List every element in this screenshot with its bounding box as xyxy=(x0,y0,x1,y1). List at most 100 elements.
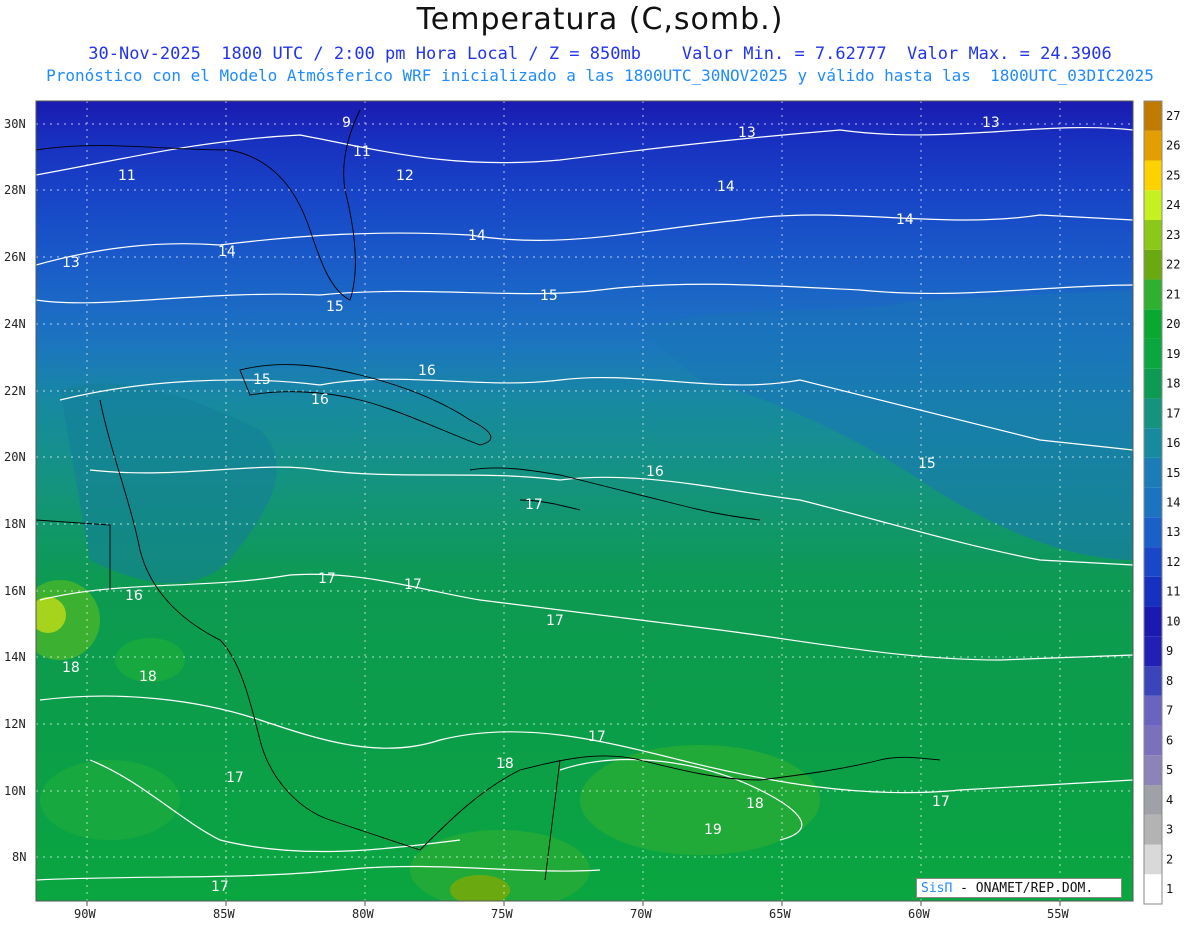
colorbar-label: 8 xyxy=(1166,674,1173,688)
colorbar-swatch xyxy=(1144,368,1162,399)
colorbar-swatch xyxy=(1144,219,1162,250)
lon-label: 60W xyxy=(908,907,930,921)
lat-label: 16N xyxy=(4,584,26,598)
colorbar-swatch xyxy=(1144,785,1162,815)
colorbar-label: 7 xyxy=(1166,704,1173,718)
credit-box: SisΠ - ONAMET/REP.DOM. xyxy=(916,878,1122,898)
colorbar-swatch xyxy=(1144,309,1162,339)
contour-label: 16 xyxy=(418,363,436,379)
contour-label: 14 xyxy=(468,228,486,244)
colorbar-swatch xyxy=(1144,755,1162,786)
lat-label: 24N xyxy=(4,317,26,331)
contour-label: 15 xyxy=(253,372,271,388)
lat-label: 26N xyxy=(4,250,26,264)
colorbar-label: 4 xyxy=(1166,793,1173,807)
colorbar-swatch xyxy=(1144,874,1162,904)
contour-label: 14 xyxy=(717,179,735,195)
contour-label: 13 xyxy=(62,255,80,271)
contour-label: 14 xyxy=(218,244,236,260)
latitude-labels: 30N 28N 26N 24N 22N 20N 18N 16N 14N 12N … xyxy=(4,117,26,864)
colorbar-label: 16 xyxy=(1166,436,1180,450)
contour-label: 13 xyxy=(738,125,756,141)
contour-label: 11 xyxy=(118,168,136,184)
map-field: 9 11 11 12 13 13 13 14 14 14 14 15 15 15… xyxy=(36,101,1133,901)
contour-label: 17 xyxy=(546,613,564,629)
colorbar-swatch xyxy=(1144,190,1162,220)
lon-label: 55W xyxy=(1047,907,1069,921)
colorbar-label: 24 xyxy=(1166,198,1180,212)
colorbar-swatch xyxy=(1144,487,1162,518)
colorbar-label: 14 xyxy=(1166,496,1180,510)
colorbar-swatch xyxy=(1144,576,1162,607)
axis-ticks xyxy=(86,901,1061,906)
colorbar-label: 13 xyxy=(1166,525,1180,539)
colorbar-swatch xyxy=(1144,725,1162,756)
colorbar-label: 18 xyxy=(1166,377,1180,391)
contour-label: 12 xyxy=(396,168,414,184)
colorbar-label: 20 xyxy=(1166,317,1180,331)
colorbar-swatch xyxy=(1144,695,1162,726)
lon-label: 70W xyxy=(630,907,652,921)
sispi-logo-text: SisΠ xyxy=(921,881,953,896)
warm-core-honduras xyxy=(36,597,66,633)
contour-label: 17 xyxy=(318,571,336,587)
lon-label: 85W xyxy=(213,907,235,921)
colorbar-label: 9 xyxy=(1166,644,1173,658)
contour-label: 17 xyxy=(932,794,950,810)
contour-label: 11 xyxy=(353,144,371,160)
colorbar-label: 12 xyxy=(1166,555,1180,569)
colorbar-label: 26 xyxy=(1166,139,1180,153)
colorbar-swatch xyxy=(1144,130,1162,161)
lat-label: 14N xyxy=(4,650,26,664)
lat-label: 18N xyxy=(4,517,26,531)
colorbar-label: 25 xyxy=(1166,168,1180,182)
colorbar-swatch xyxy=(1144,814,1162,845)
colorbar-swatch xyxy=(1144,428,1162,458)
contour-label: 15 xyxy=(326,299,344,315)
lat-label: 8N xyxy=(12,850,26,864)
contour-label: 13 xyxy=(982,115,1000,131)
colorbar-label: 11 xyxy=(1166,585,1180,599)
contour-label: 15 xyxy=(918,456,936,472)
colorbar-swatch xyxy=(1144,666,1162,696)
contour-label: 18 xyxy=(139,669,157,685)
contour-label: 14 xyxy=(896,212,914,228)
colorbar-swatch xyxy=(1144,844,1162,875)
colorbar-label: 23 xyxy=(1166,228,1180,242)
organization-credit: - ONAMET/REP.DOM. xyxy=(960,881,1094,896)
lon-label: 65W xyxy=(769,907,791,921)
contour-label: 18 xyxy=(496,756,514,772)
contour-label: 16 xyxy=(646,464,664,480)
lat-label: 28N xyxy=(4,183,26,197)
colorbar-swatch xyxy=(1144,547,1162,577)
lat-label: 22N xyxy=(4,384,26,398)
contour-label: 17 xyxy=(226,770,244,786)
colorbar-label: 22 xyxy=(1166,258,1180,272)
temperature-map: 9 11 11 12 13 13 13 14 14 14 14 15 15 15… xyxy=(4,100,1180,921)
colorbar-label: 10 xyxy=(1166,614,1180,628)
lon-label: 75W xyxy=(491,907,513,921)
contour-label: 16 xyxy=(311,392,329,408)
contour-label: 16 xyxy=(125,588,143,604)
colorbar-label: 19 xyxy=(1166,347,1180,361)
colorbar-label: 21 xyxy=(1166,287,1180,301)
contour-label: 9 xyxy=(342,115,351,131)
colorbar-swatch xyxy=(1144,636,1162,667)
colorbar-label: 17 xyxy=(1166,406,1180,420)
lon-label: 90W xyxy=(74,907,96,921)
contour-label: 17 xyxy=(588,729,606,745)
colorbar-swatch xyxy=(1144,160,1162,191)
contour-label: 17 xyxy=(525,497,543,513)
contour-label: 19 xyxy=(704,822,722,838)
colorbar-swatch xyxy=(1144,606,1162,637)
contour-label: 18 xyxy=(62,660,80,676)
contour-label: 17 xyxy=(211,879,229,895)
contour-label: 15 xyxy=(540,288,558,304)
longitude-labels: 90W 85W 80W 75W 70W 65W 60W 55W xyxy=(74,907,1069,921)
contour-label: 18 xyxy=(746,796,764,812)
colorbar-swatch xyxy=(1144,517,1162,548)
colorbar-swatch xyxy=(1144,101,1162,131)
lat-label: 12N xyxy=(4,717,26,731)
colorbar-label: 15 xyxy=(1166,466,1180,480)
lat-label: 20N xyxy=(4,450,26,464)
